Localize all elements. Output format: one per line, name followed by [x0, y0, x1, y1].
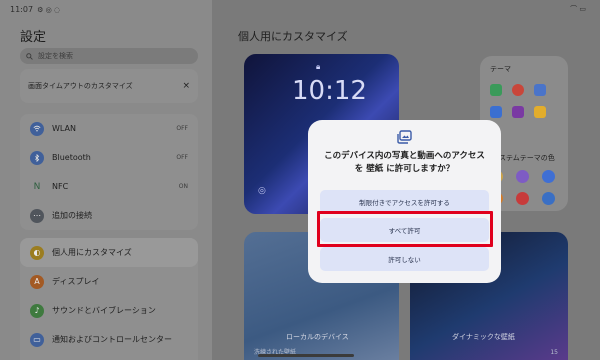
bluetooth-icon — [30, 150, 44, 165]
app-icon — [490, 106, 502, 118]
app-icon — [512, 84, 524, 96]
toggle-state: OFF — [176, 154, 188, 161]
permission-dialog: このデバイス内の写真と動画へのアクセスを 壁紙 に許可しますか？ 制限付きでアク… — [308, 120, 501, 283]
local-wallpaper-caption: ローカルのデバイス — [286, 333, 349, 341]
notification-icon: ▭ — [30, 332, 44, 347]
settings-sidebar: 11:07 ⚙ ◎ ◌ 設定 設定を検索 画面タイムアウトのカスタマイズ × W… — [0, 0, 212, 360]
dynamic-wallpaper-caption: ダイナミックな壁紙 — [452, 333, 515, 341]
status-wifi-battery-icons: ⌒ ▭ — [570, 5, 586, 13]
app-icon — [534, 84, 546, 96]
dialog-message: このデバイス内の写真と動画へのアクセスを 壁紙 に許可しますか？ — [324, 151, 485, 174]
search-icon — [26, 52, 33, 60]
color-swatch[interactable] — [516, 192, 529, 205]
connections-card: WLAN OFF Bluetooth OFF N NFC ON ⋯ 追加の接続 — [20, 114, 198, 230]
sidebar-item-more-connections[interactable]: ⋯ 追加の接続 — [20, 201, 198, 230]
lockscreen-clock: 10:12 — [292, 76, 367, 106]
color-swatch[interactable] — [542, 170, 555, 183]
sidebar-item-label: Bluetooth — [52, 153, 91, 162]
app-icon — [534, 106, 546, 118]
highlight-box — [317, 211, 493, 247]
sidebar-item-label: 追加の接続 — [52, 211, 92, 220]
status-bar: 11:07 ⚙ ◎ ◌ — [10, 5, 60, 14]
timeout-tip-card[interactable]: 画面タイムアウトのカスタマイズ × — [20, 69, 198, 103]
sidebar-item-label: ディスプレイ — [52, 277, 100, 286]
sidebar-item-wlan[interactable]: WLAN OFF — [20, 114, 198, 143]
status-icons: ⚙ ◎ ◌ — [37, 5, 61, 14]
deny-button[interactable]: 許可しない — [320, 247, 489, 271]
color-swatch[interactable] — [542, 192, 555, 205]
theme-label: テーマ — [490, 65, 511, 73]
home-indicator[interactable] — [258, 354, 354, 357]
sidebar-item-label: NFC — [52, 182, 69, 191]
app-icon — [490, 84, 502, 96]
settings-search-input[interactable]: 設定を検索 — [20, 48, 198, 64]
sidebar-item-personalize[interactable]: ◐ 個人用にカスタマイズ — [20, 238, 198, 267]
sidebar-item-notifications[interactable]: ▭ 通知およびコントロールセンター — [20, 325, 198, 354]
lock-icon: 🔒︎ — [316, 62, 321, 71]
personal-card: ◐ 個人用にカスタマイズ A ディスプレイ ♪ サウンドとバイブレーション ▭ … — [20, 238, 198, 360]
sidebar-item-bluetooth[interactable]: Bluetooth OFF — [20, 143, 198, 172]
photo-gallery-icon — [397, 130, 412, 144]
app-icon — [512, 106, 524, 118]
search-placeholder: 設定を検索 — [38, 52, 73, 60]
toggle-state: ON — [178, 183, 188, 190]
page-title: 個人用にカスタマイズ — [238, 30, 348, 43]
status-time: 11:07 — [10, 5, 34, 14]
nfc-icon: N — [33, 181, 41, 192]
system-theme-colors-label: システムテーマの色 — [492, 154, 555, 162]
wifi-icon — [30, 121, 44, 136]
sidebar-item-display[interactable]: A ディスプレイ — [20, 267, 198, 296]
sidebar-item-label: WLAN — [52, 124, 77, 133]
tip-text: 画面タイムアウトのカスタマイズ — [28, 82, 133, 90]
sound-icon: ♪ — [30, 303, 44, 318]
close-icon[interactable]: × — [182, 81, 190, 91]
camera-shortcut-icon: ◎ — [258, 186, 266, 196]
sidebar-item-label: サウンドとバイブレーション — [52, 306, 156, 315]
toggle-state: OFF — [176, 125, 188, 132]
color-swatch[interactable] — [516, 170, 529, 183]
display-icon: A — [30, 274, 44, 289]
sidebar-item-nfc[interactable]: N NFC ON — [20, 172, 198, 201]
sidebar-item-label: 個人用にカスタマイズ — [52, 248, 132, 257]
more-connections-icon: ⋯ — [30, 208, 44, 223]
sidebar-item-label: 通知およびコントロールセンター — [52, 335, 172, 344]
sidebar-item-sound[interactable]: ♪ サウンドとバイブレーション — [20, 296, 198, 325]
dynamic-wallpaper-count: 15 — [550, 349, 558, 356]
palette-icon: ◐ — [30, 245, 44, 260]
sidebar-title: 設定 — [20, 30, 47, 45]
